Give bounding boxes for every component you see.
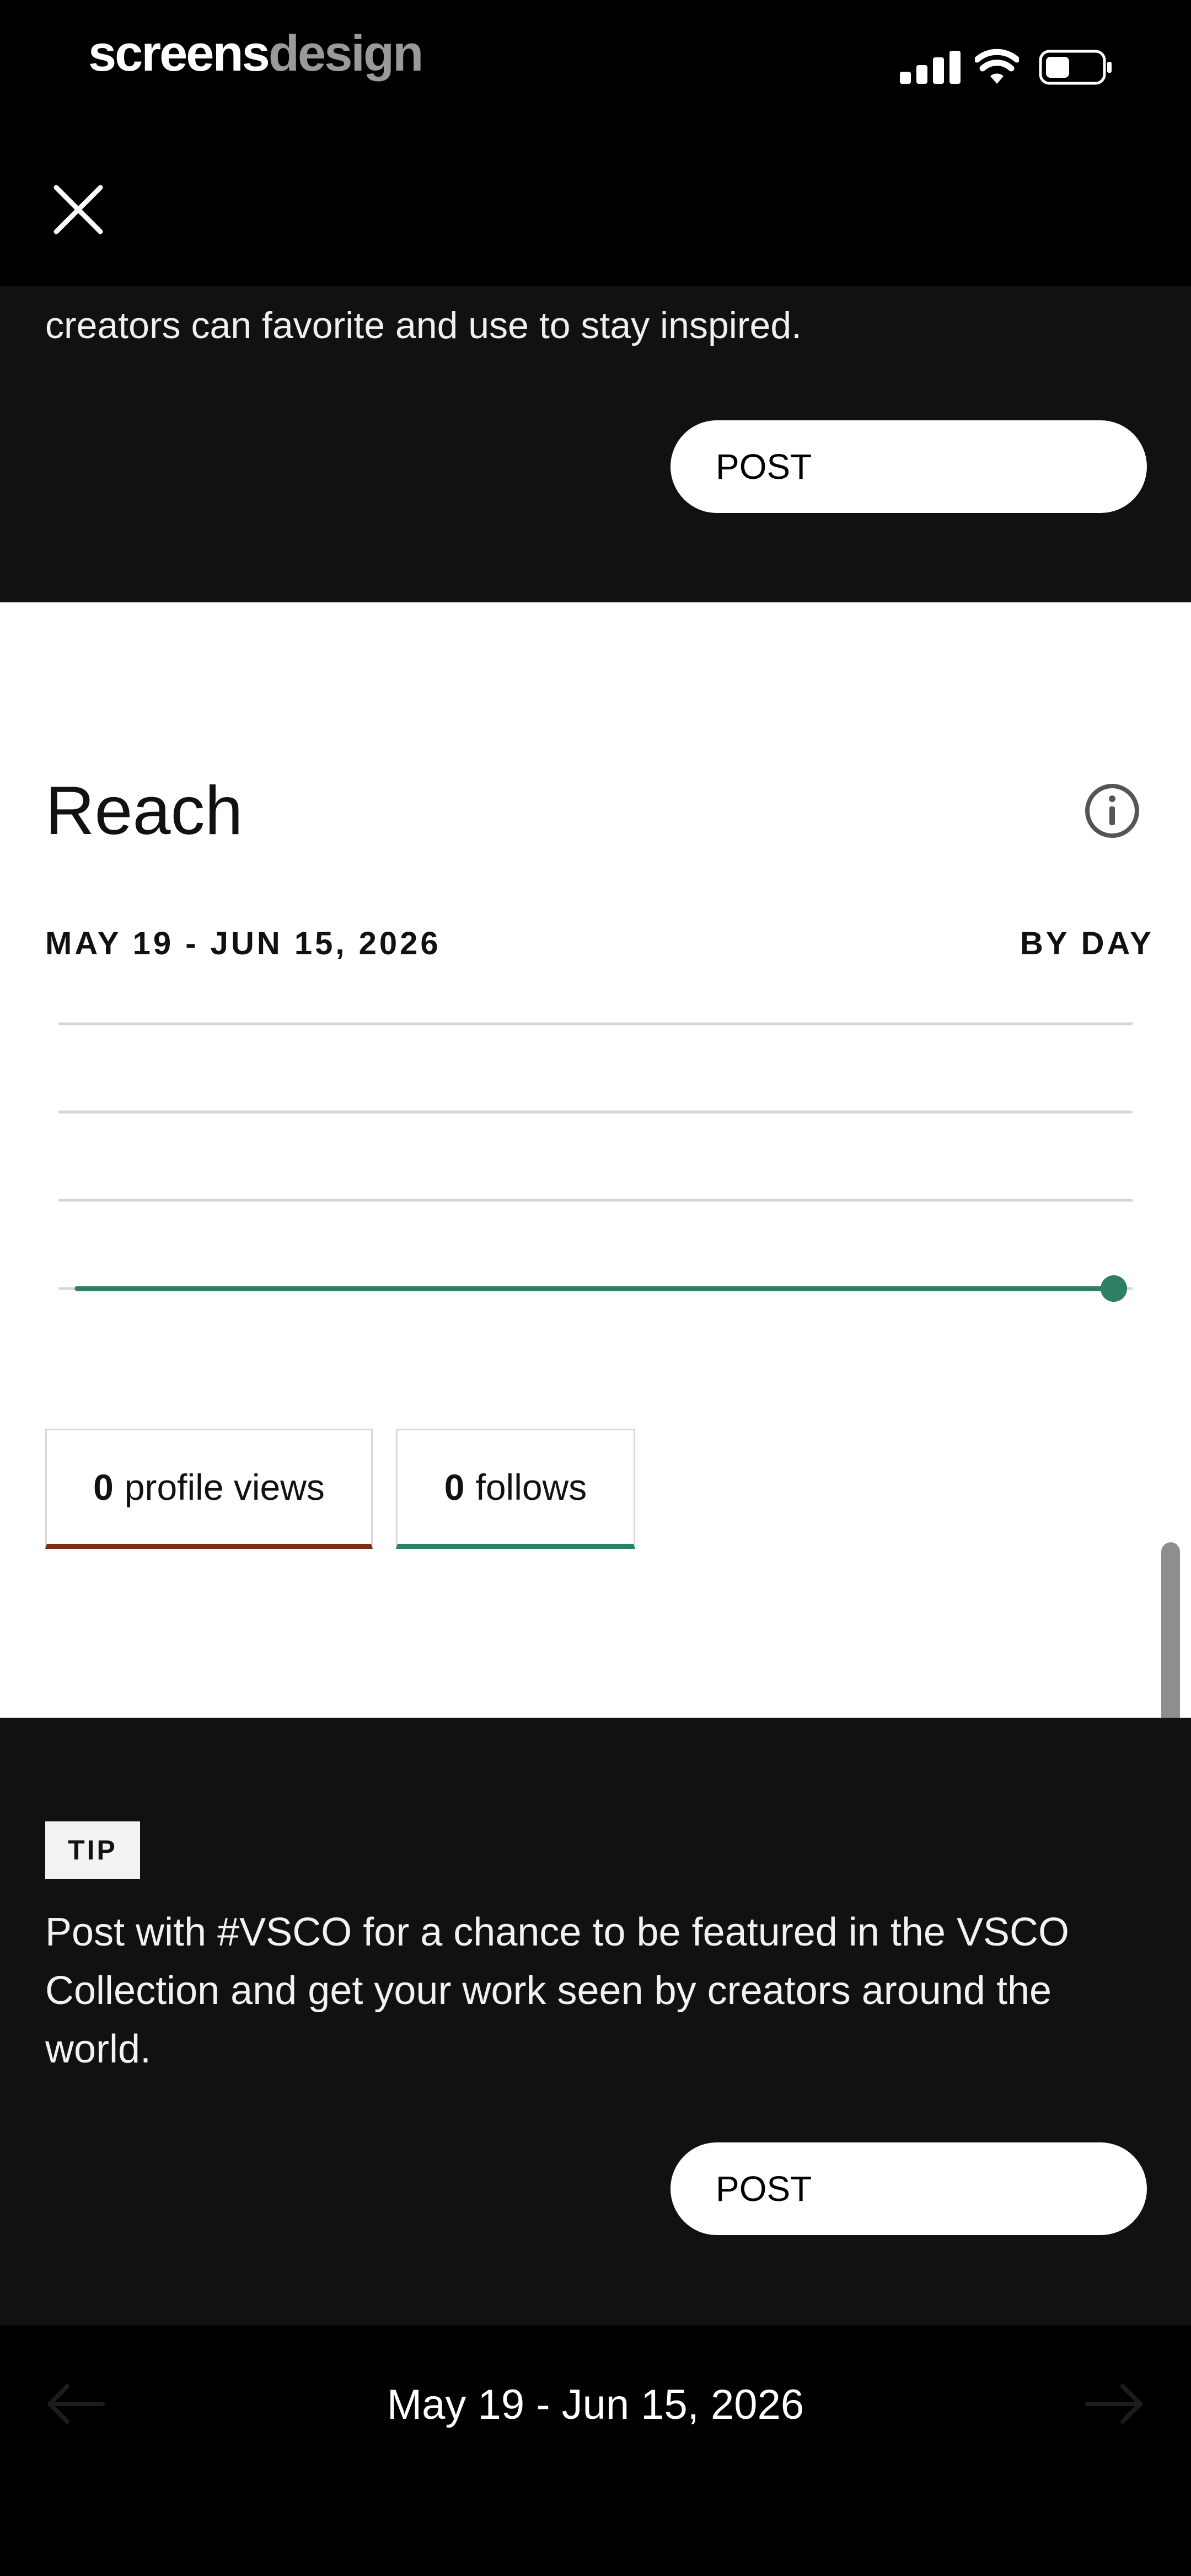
tip-text: Post with #VSCO for a chance to be featu… (45, 1910, 1069, 2071)
reach-chart (58, 1022, 1133, 1302)
profile-views-stat[interactable]: 0 profile views (45, 1429, 373, 1549)
chart-grid (58, 1022, 1133, 1290)
top-card-text: creators can favorite and use to stay in… (45, 304, 802, 346)
post-button-top[interactable]: POST (670, 420, 1147, 513)
battery-icon (1039, 50, 1112, 85)
brand-logo-part2: design (268, 25, 423, 82)
granularity-selector[interactable]: BY DAY (1020, 925, 1154, 962)
arrow-right-icon[interactable] (1084, 2383, 1145, 2425)
footer-date-range: May 19 - Jun 15, 2026 (387, 2381, 804, 2428)
signal-icon (900, 51, 961, 84)
follows-stat[interactable]: 0 follows (396, 1429, 635, 1549)
chart-series-layer (74, 1275, 1127, 1302)
follows-label: follows (475, 1467, 587, 1508)
reach-title: Reach (45, 773, 243, 849)
follows-value: 0 (444, 1467, 465, 1508)
profile-views-label: profile views (124, 1467, 325, 1508)
brand-logo: screensdesign (88, 23, 423, 84)
wifi-icon (975, 49, 1019, 84)
info-icon[interactable] (1083, 782, 1141, 840)
close-icon[interactable] (51, 182, 106, 237)
header (0, 110, 1191, 286)
profile-views-value: 0 (93, 1467, 114, 1508)
brand-logo-part1: screens (88, 25, 270, 82)
bottom-date-nav (0, 2326, 1191, 2576)
post-button-tip[interactable]: POST (670, 2142, 1147, 2235)
reach-date-range: MAY 19 - JUN 15, 2026 (45, 926, 441, 961)
tip-badge: TIP (45, 1821, 140, 1879)
chart-data-point (1101, 1275, 1127, 1302)
